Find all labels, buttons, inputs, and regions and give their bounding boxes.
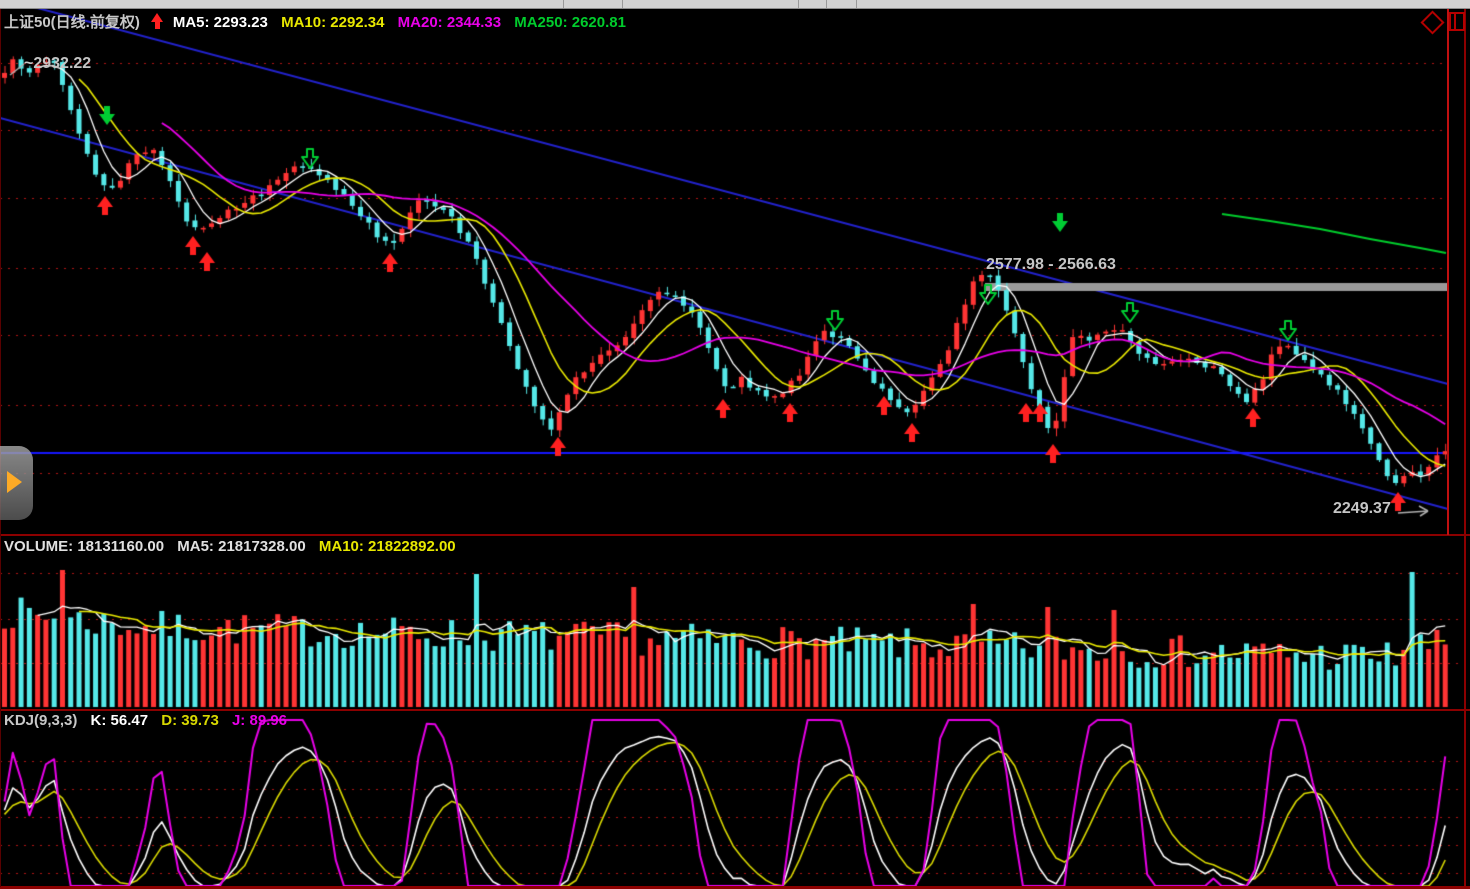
- kdj-chart-canvas[interactable]: [0, 710, 1470, 889]
- sidebar-expand-handle[interactable]: [0, 446, 33, 520]
- ma5-value: MA5: 2293.23: [173, 14, 268, 31]
- main-chart-header: 上证50(日线.前复权) MA5: 2293.23 MA10: 2292.34 M…: [4, 11, 635, 32]
- stock-app-window: 上证50(日线.前复权) MA5: 2293.23 MA10: 2292.34 M…: [0, 0, 1470, 889]
- low-price-label: 2249.37: [1333, 500, 1391, 518]
- volume-ma5-value: MA5: 21817328.00: [177, 538, 305, 555]
- kdj-header: KDJ(9,3,3) K: 56.47 D: 39.73 J: 89.96: [4, 712, 296, 729]
- toolbar-bottom-strip: [0, 0, 1470, 9]
- volume-value: VOLUME: 18131160.00: [4, 538, 164, 555]
- ma20-value: MA20: 2344.33: [398, 14, 501, 31]
- expand-arrow-icon: [7, 471, 22, 493]
- strip-divider: [798, 0, 799, 8]
- main-chart-right-border: [1447, 8, 1449, 535]
- main-chart-canvas[interactable]: [0, 0, 1470, 535]
- strip-divider: [826, 0, 827, 8]
- kdj-j-value: J: 89.96: [232, 712, 287, 729]
- strip-divider: [563, 0, 564, 8]
- gap-price-label: 2577.98 - 2566.63: [986, 256, 1116, 274]
- volume-header: VOLUME: 18131160.00 MA5: 21817328.00 MA1…: [4, 538, 465, 555]
- kdj-title: KDJ(9,3,3): [4, 712, 77, 729]
- volume-ma10-value: MA10: 21822892.00: [319, 538, 456, 555]
- main-volume-divider: [0, 534, 1470, 536]
- volume-chart-canvas[interactable]: [0, 535, 1470, 710]
- strip-divider: [622, 0, 623, 8]
- ma10-value: MA10: 2292.34: [281, 14, 384, 31]
- screen-right-border: [1464, 8, 1466, 887]
- high-price-label: ~2932.22: [24, 55, 91, 73]
- symbol-title: 上证50(日线.前复权): [4, 14, 140, 31]
- volume-kdj-divider: [0, 709, 1470, 711]
- up-arrow-icon: [151, 13, 164, 29]
- kdj-d-value: D: 39.73: [161, 712, 219, 729]
- strip-divider: [856, 0, 857, 8]
- split-window-icon[interactable]: [1449, 12, 1465, 31]
- kdj-k-value: K: 56.47: [91, 712, 149, 729]
- ma250-value: MA250: 2620.81: [514, 14, 626, 31]
